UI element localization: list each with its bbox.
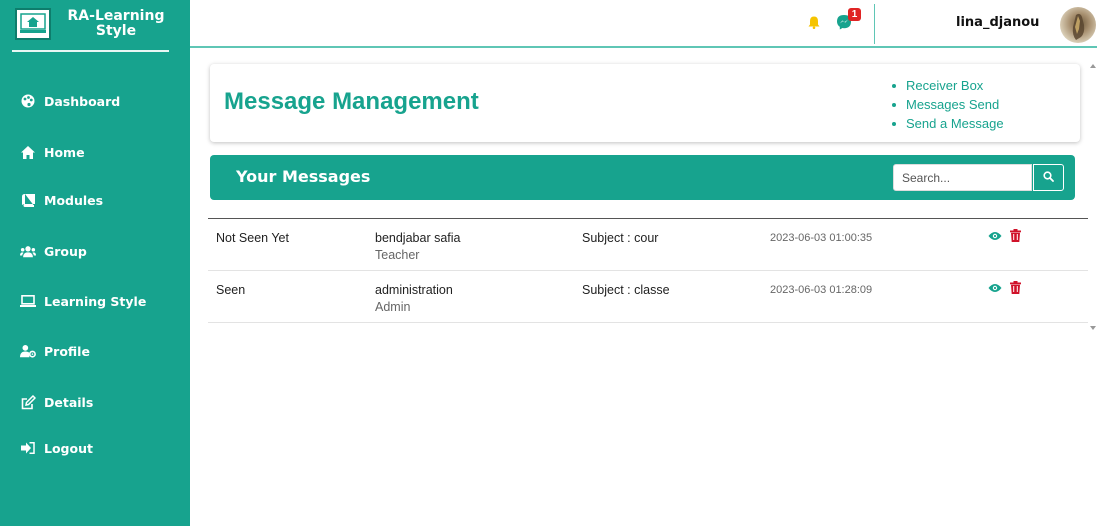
sidebar-item-group[interactable]: Group [20,236,87,266]
brand[interactable]: RA-Learning Style [0,0,190,48]
brand-name: RA-Learning Style [67,8,165,39]
sidebar-item-logout[interactable]: Logout [20,433,93,463]
page-header-card: Message Management Receiver Box Messages… [210,64,1080,142]
message-sender: bendjabar safia Teacher [375,231,460,262]
message-subject: Subject : cour [582,231,659,245]
user-gear-icon [20,344,36,358]
scroll-up-arrow[interactable] [1090,64,1096,68]
trash-icon[interactable] [1010,229,1021,242]
brand-divider [12,50,169,52]
message-status: Not Seen Yet [216,231,289,245]
topbar-divider [874,4,875,44]
sender-name: bendjabar safia [375,231,461,245]
table-row[interactable]: Seen administration Admin Subject : clas… [208,271,1088,323]
page-title-bold: Management [332,88,479,115]
message-status: Seen [216,283,246,297]
sender-role: Teacher [375,248,420,262]
link-receiver-box[interactable]: Receiver Box [892,76,1004,95]
row-actions [988,281,1021,294]
sender-role: Admin [375,300,411,314]
scroll-down-arrow[interactable] [1090,326,1096,330]
brand-logo-icon [15,8,51,40]
sidebar-item-label: Profile [44,343,90,359]
home-icon [20,145,36,159]
search-button[interactable] [1033,164,1064,191]
top-navbar: 1 lina_djanou [190,0,1097,48]
eye-icon[interactable] [988,281,1002,294]
page-title-light: Message [224,88,326,115]
message-subject: Subject : classe [582,283,670,297]
messages-table: Not Seen Yet bendjabar safia Teacher Sub… [208,218,1088,323]
messages-title: Your Messages [236,167,371,186]
edit-icon [20,394,36,409]
avatar[interactable] [1060,7,1096,43]
username[interactable]: lina_djanou [956,15,1039,30]
sidebar-item-modules[interactable]: Modules [20,185,103,215]
sidebar: RA-Learning Style Dashboard Home Modules… [0,0,190,526]
trash-icon[interactable] [1010,281,1021,294]
book-icon [20,193,36,207]
sidebar-item-label: Dashboard [44,93,121,109]
link-messages-send[interactable]: Messages Send [892,95,1004,114]
message-date: 2023-06-03 01:00:35 [770,232,873,244]
sidebar-item-details[interactable]: Details [20,387,93,417]
sign-out-icon [20,441,36,455]
page-title: Message Management [224,88,479,116]
sidebar-item-label: Home [44,144,85,160]
search-icon [1043,169,1054,187]
messages-header-bar: Your Messages [210,155,1075,200]
messages-count-badge: 1 [848,8,861,21]
sidebar-item-learning-style[interactable]: Learning Style [20,286,146,316]
users-icon [20,244,36,258]
eye-icon[interactable] [988,229,1002,242]
laptop-icon [20,294,36,308]
sender-name: administration [375,283,453,297]
message-date: 2023-06-03 01:28:09 [770,284,873,296]
sidebar-item-profile[interactable]: Profile [20,336,90,366]
sidebar-item-label: Logout [44,440,93,456]
message-sender: administration Admin [375,283,453,314]
sidebar-item-label: Learning Style [44,293,147,309]
sidebar-item-label: Group [44,243,87,259]
sidebar-item-home[interactable]: Home [20,137,85,167]
sidebar-item-label: Modules [44,192,104,208]
search-input[interactable] [893,164,1032,191]
row-actions [988,229,1021,242]
table-row[interactable]: Not Seen Yet bendjabar safia Teacher Sub… [208,219,1088,271]
quick-links: Receiver Box Messages Send Send a Messag… [892,76,1004,133]
link-send-a-message[interactable]: Send a Message [892,114,1004,133]
sidebar-item-dashboard[interactable]: Dashboard [20,86,120,116]
palette-icon [20,94,36,108]
bell-icon[interactable] [808,16,820,34]
sidebar-item-label: Details [44,394,94,410]
